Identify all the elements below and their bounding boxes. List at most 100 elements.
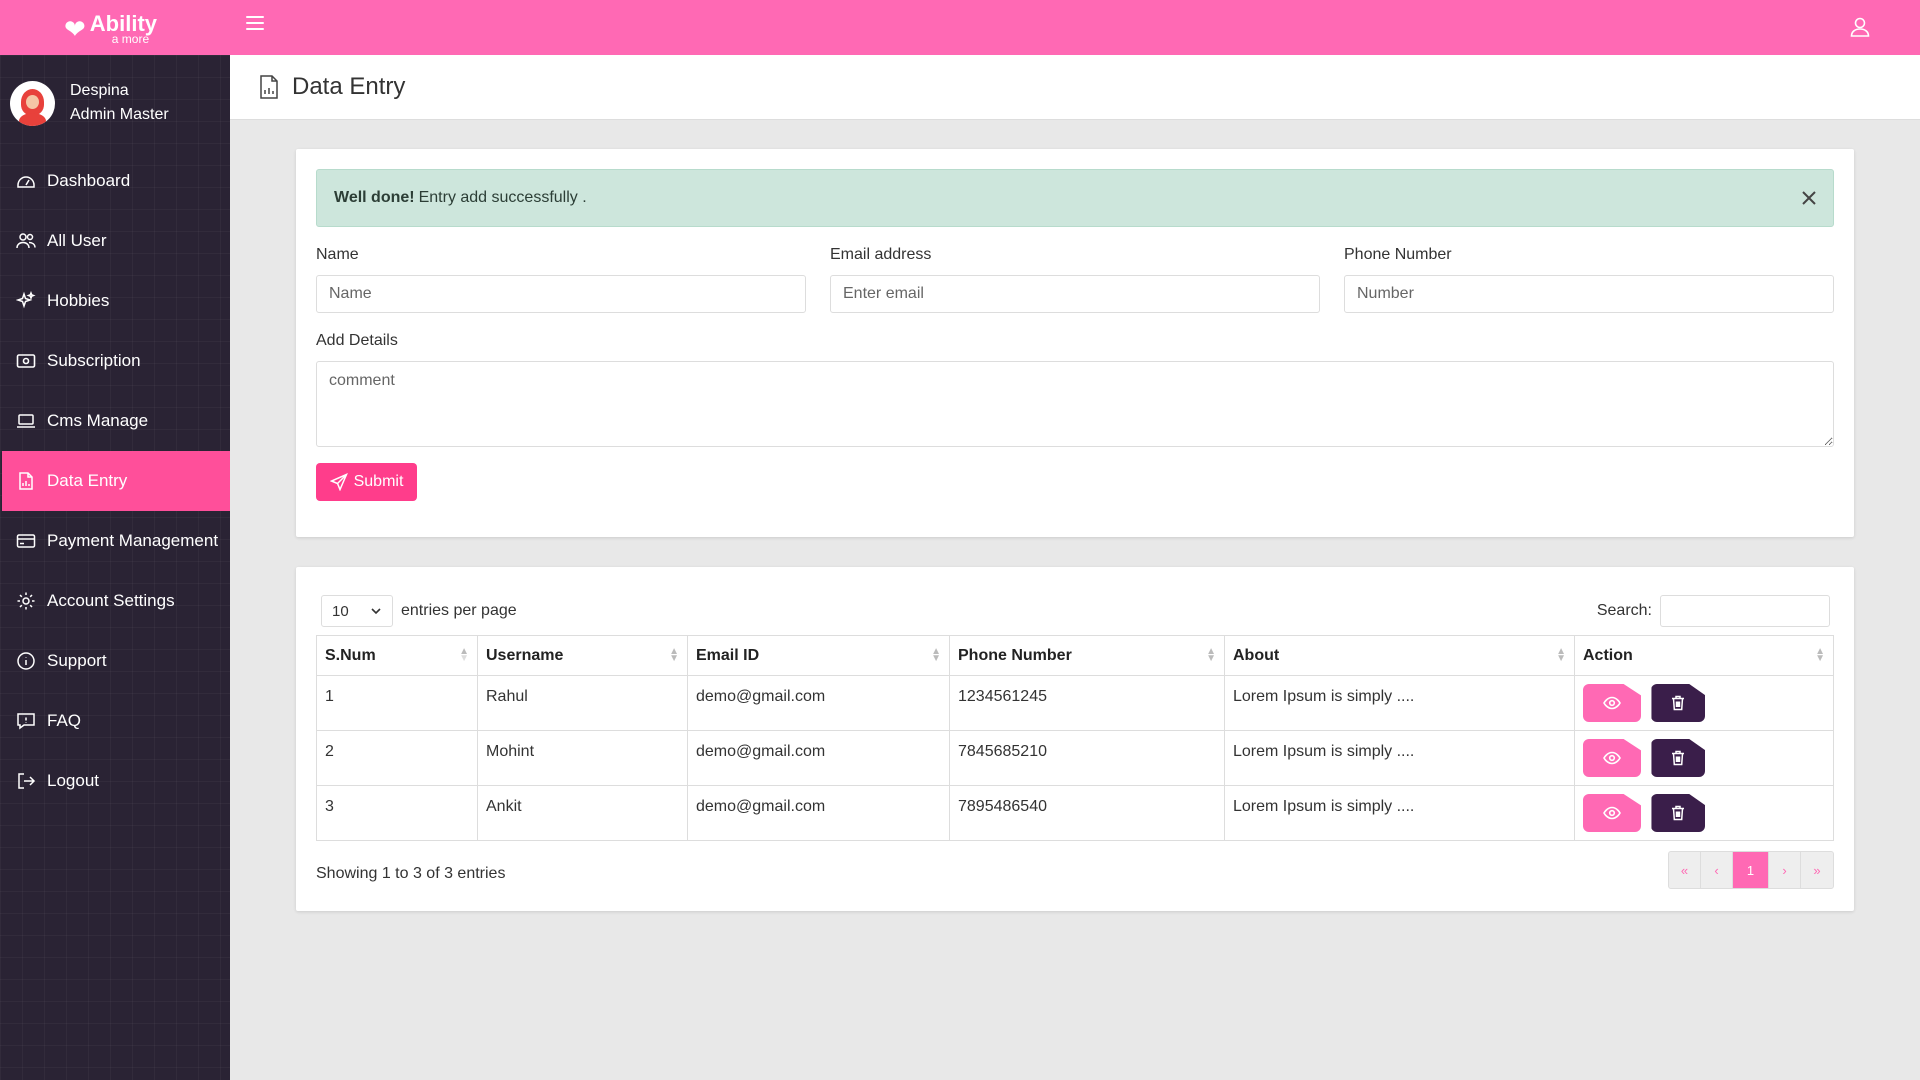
- next-page-button[interactable]: ›: [1769, 852, 1801, 888]
- sidebar: Despina Admin Master Dashboard All User …: [0, 55, 230, 1080]
- app-logo[interactable]: ❤ Ability a more: [64, 11, 158, 45]
- column-header-phone[interactable]: Phone Number ▲ ▼: [949, 635, 1225, 676]
- column-header-snum[interactable]: S.Num ▲ ▼: [316, 635, 478, 676]
- search-input[interactable]: [1660, 595, 1830, 627]
- details-textarea[interactable]: [316, 361, 1834, 447]
- send-icon: [329, 473, 348, 491]
- column-header-email[interactable]: Email ID ▲ ▼: [687, 635, 950, 676]
- column-header-about[interactable]: About ▲ ▼: [1224, 635, 1575, 676]
- name-input[interactable]: [316, 275, 806, 313]
- sidebar-item-logout[interactable]: Logout: [0, 751, 230, 811]
- logo-heart-icon: ❤: [64, 14, 86, 45]
- document-icon: [19, 472, 33, 490]
- trash-icon: [1672, 695, 1685, 711]
- cell-action: [1574, 675, 1834, 731]
- sidebar-item-dashboard[interactable]: Dashboard: [0, 151, 230, 211]
- user-account-icon[interactable]: [1848, 15, 1872, 39]
- sidebar-item-label: Payment Management: [47, 531, 219, 550]
- showing-entries-text: Showing 1 to 3 of 3 entries: [316, 865, 506, 882]
- pagination: « ‹ 1 › »: [1668, 851, 1834, 889]
- view-button[interactable]: [1583, 739, 1641, 777]
- sparkles-icon: [16, 291, 36, 309]
- per-page-select[interactable]: 10: [321, 595, 393, 627]
- table-row: 3 Ankit demo@gmail.com 7895486540 Lorem …: [316, 785, 1834, 841]
- sidebar-item-payment-management[interactable]: Payment Management: [0, 511, 230, 571]
- top-bar: ❤ Ability a more: [0, 0, 1920, 55]
- chevron-down-icon: [371, 608, 381, 615]
- user-role: Admin Master: [70, 106, 169, 123]
- column-header-action[interactable]: Action ▲ ▼: [1574, 635, 1834, 676]
- delete-button[interactable]: [1651, 739, 1706, 777]
- sort-icon: ▲ ▼: [459, 646, 469, 664]
- sidebar-item-label: Cms Manage: [47, 411, 149, 430]
- document-icon: [260, 75, 278, 99]
- success-alert: Well done! Entry add successfully .: [316, 169, 1834, 227]
- eye-icon: [1603, 751, 1621, 765]
- alert-strong: Well done!: [334, 189, 415, 206]
- sidebar-nav: Dashboard All User Hobbies Subscription …: [0, 151, 230, 811]
- first-page-button[interactable]: «: [1669, 852, 1701, 888]
- table-header-row: S.Num ▲ ▼ Username ▲ ▼ Email ID ▲ ▼ Phone Numb…: [316, 635, 1834, 676]
- sidebar-item-data-entry[interactable]: Data Entry: [2, 451, 230, 511]
- sidebar-item-faq[interactable]: FAQ: [0, 691, 230, 751]
- info-icon: [17, 652, 35, 670]
- entries-table-card: 10 entries per page Search: S.Num ▲ ▼ User…: [296, 567, 1854, 911]
- cell-action: [1574, 730, 1834, 786]
- table-row: 1 Rahul demo@gmail.com 1234561245 Lorem …: [316, 675, 1834, 731]
- cell-about: Lorem Ipsum is simply ....: [1224, 730, 1575, 786]
- entries-per-page: 10 entries per page: [321, 595, 517, 627]
- table-search: Search:: [1597, 595, 1830, 627]
- email-input[interactable]: [830, 275, 1320, 313]
- page-header: Data Entry: [230, 55, 1920, 120]
- sort-icon: ▲ ▼: [669, 646, 679, 664]
- trash-icon: [1672, 805, 1685, 821]
- user-profile: Despina Admin Master: [0, 55, 230, 151]
- sidebar-item-label: Account Settings: [47, 591, 175, 610]
- sort-icon: ▲ ▼: [1556, 646, 1566, 664]
- column-header-username[interactable]: Username ▲ ▼: [477, 635, 688, 676]
- cell-phone: 7845685210: [949, 730, 1225, 786]
- gear-icon: [17, 592, 35, 610]
- close-icon[interactable]: [1799, 188, 1819, 208]
- submit-button[interactable]: Submit: [316, 463, 417, 501]
- details-label: Add Details: [316, 332, 398, 349]
- menu-toggle-icon[interactable]: [246, 16, 264, 30]
- current-page-button[interactable]: 1: [1733, 852, 1769, 888]
- submit-label: Submit: [353, 473, 404, 490]
- delete-button[interactable]: [1651, 684, 1706, 722]
- view-button[interactable]: [1583, 684, 1641, 722]
- sidebar-item-support[interactable]: Support: [0, 631, 230, 691]
- cell-about: Lorem Ipsum is simply ....: [1224, 675, 1575, 731]
- sidebar-item-label: Hobbies: [47, 291, 110, 310]
- logout-icon: [18, 773, 36, 789]
- chat-icon: [17, 713, 35, 730]
- last-page-button[interactable]: »: [1801, 852, 1833, 888]
- sidebar-item-label: Dashboard: [47, 171, 131, 190]
- card-icon: [16, 534, 36, 548]
- page-title: Data Entry: [292, 73, 406, 100]
- phone-label: Phone Number: [1344, 246, 1452, 263]
- logo-main-text: Ability: [89, 11, 158, 36]
- sidebar-item-subscription[interactable]: Subscription: [0, 331, 230, 391]
- cell-username: Rahul: [477, 675, 688, 731]
- sort-icon: ▲ ▼: [1815, 646, 1825, 664]
- prev-page-button[interactable]: ‹: [1701, 852, 1733, 888]
- per-page-value: 10: [332, 602, 349, 620]
- sidebar-item-hobbies[interactable]: Hobbies: [0, 271, 230, 331]
- sidebar-item-label: All User: [47, 231, 107, 250]
- money-icon: [16, 354, 36, 368]
- eye-icon: [1603, 696, 1621, 710]
- view-button[interactable]: [1583, 794, 1641, 832]
- sidebar-item-account-settings[interactable]: Account Settings: [0, 571, 230, 631]
- cell-snum: 2: [316, 730, 478, 786]
- cell-username: Mohint: [477, 730, 688, 786]
- sidebar-item-cms-manage[interactable]: Cms Manage: [0, 391, 230, 451]
- name-label: Name: [316, 246, 359, 263]
- users-icon: [16, 233, 36, 249]
- cell-snum: 3: [316, 785, 478, 841]
- delete-button[interactable]: [1651, 794, 1706, 832]
- sort-icon: ▲ ▼: [931, 646, 941, 664]
- avatar: [10, 80, 55, 126]
- sidebar-item-all-user[interactable]: All User: [0, 211, 230, 271]
- phone-input[interactable]: [1344, 275, 1834, 313]
